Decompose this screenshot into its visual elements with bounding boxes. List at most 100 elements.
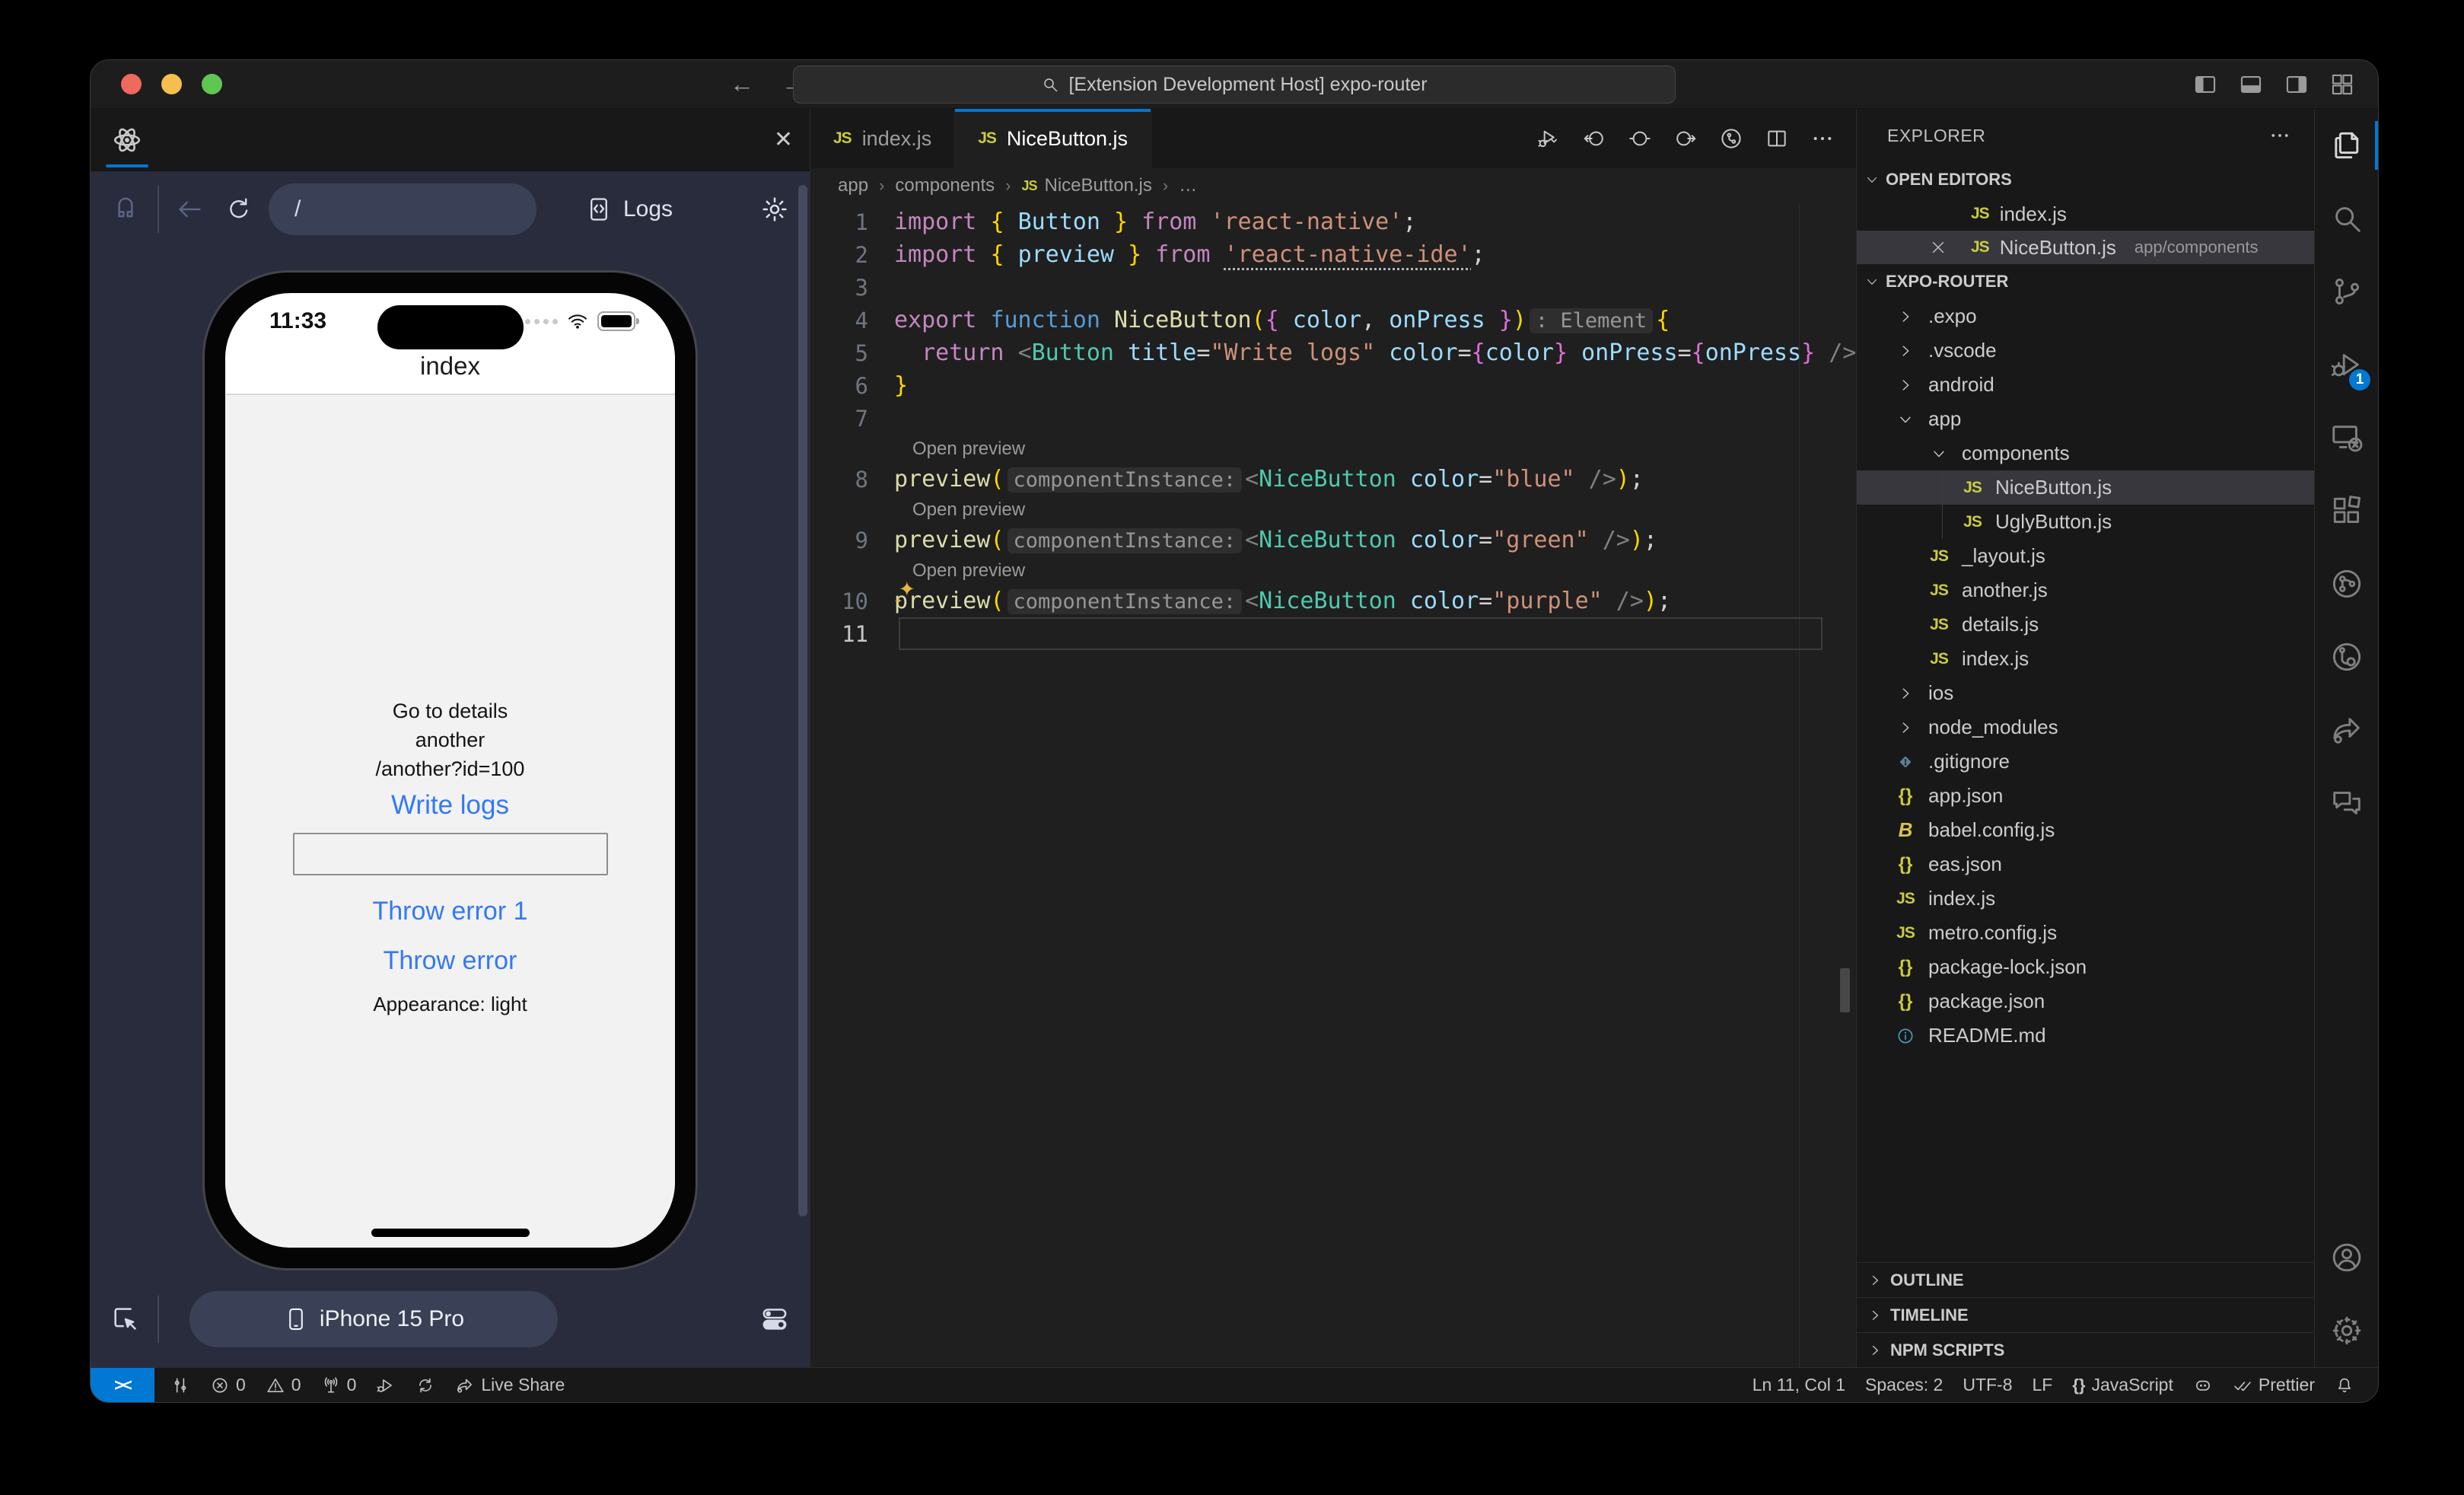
tree-item-babel.config.js[interactable]: Bbabel.config.js	[1857, 813, 2314, 847]
tree-item-.gitignore[interactable]: .gitignore	[1857, 744, 2314, 779]
code-line-6[interactable]: 6}	[810, 369, 1856, 402]
status-error-icon[interactable]: 0	[200, 1368, 256, 1402]
zoom-window-button[interactable]	[202, 74, 222, 94]
section-outline[interactable]: OUTLINE	[1857, 1262, 2314, 1297]
tree-item-components[interactable]: components	[1857, 436, 2314, 470]
breadcrumb-item[interactable]: JSNiceButton.js	[1021, 175, 1151, 196]
nav-dot-circle-icon[interactable]	[1628, 126, 1652, 151]
tree-item-.vscode[interactable]: .vscode	[1857, 333, 2314, 368]
tree-item-package.json[interactable]: {}package.json	[1857, 984, 2314, 1018]
status-debug-alt-icon[interactable]	[366, 1368, 406, 1402]
layout-panel-icon[interactable]	[2238, 72, 2264, 97]
code-line-2[interactable]: 2import { preview } from 'react-native-i…	[810, 238, 1856, 271]
extensions-icon[interactable]	[2315, 474, 2378, 547]
breadcrumb-item[interactable]: …	[1179, 175, 1197, 196]
github-icon[interactable]	[2315, 620, 2378, 693]
status-tune-icon[interactable]	[161, 1368, 200, 1402]
status-share-icon[interactable]: Live Share	[445, 1368, 575, 1402]
tab-index.js[interactable]: JSindex.js	[810, 109, 955, 168]
code-line-8[interactable]: 8preview(componentInstance:<NiceButton c…	[810, 463, 1856, 496]
breadcrumb-item[interactable]: components	[895, 175, 995, 196]
gear-icon[interactable]	[759, 194, 790, 225]
status-ln-11-col-1[interactable]: Ln 11, Col 1	[1743, 1368, 1855, 1402]
remote-indicator[interactable]: ><	[91, 1368, 154, 1402]
tab-NiceButton.js[interactable]: JSNiceButton.js	[955, 109, 1151, 168]
open-preview-codelens[interactable]: Open preview	[912, 499, 1025, 521]
run-debug-icon[interactable]: 1	[2315, 328, 2378, 401]
device-select-button[interactable]: iPhone 15 Pro	[189, 1291, 558, 1347]
status-copilot-icon[interactable]	[2183, 1368, 2223, 1402]
section-expo-router[interactable]: EXPO-ROUTER	[1857, 264, 2314, 299]
tree-item-app[interactable]: app	[1857, 402, 2314, 436]
iphone-screen[interactable]: 11:33 index	[225, 293, 675, 1248]
tree-item-.expo[interactable]: .expo	[1857, 299, 2314, 333]
open-preview-codelens[interactable]: Open preview	[912, 560, 1025, 582]
nav-back-circle-icon[interactable]	[1582, 126, 1606, 151]
breadcrumb[interactable]: app›components›JSNiceButton.js›…	[810, 168, 1856, 203]
tree-item-README.md[interactable]: README.md	[1857, 1018, 2314, 1053]
close-window-button[interactable]	[121, 74, 142, 94]
tree-item-android[interactable]: android	[1857, 368, 2314, 402]
route-url-input[interactable]: /	[269, 183, 536, 235]
status-bell-icon[interactable]	[2325, 1368, 2364, 1402]
debug-run-icon[interactable]	[1536, 126, 1561, 151]
section-open-editors[interactable]: OPEN EDITORS	[1857, 162, 2314, 197]
layout-grid-icon[interactable]	[2329, 72, 2355, 97]
more-actions-icon[interactable]	[1810, 126, 1835, 151]
close-icon[interactable]	[1930, 239, 1947, 256]
breadcrumb-item[interactable]: app	[838, 175, 868, 196]
open-editor-index.js[interactable]: JSindex.js	[1857, 197, 2314, 231]
panel-tab-react-native-ide[interactable]	[91, 109, 164, 171]
status-braces-icon[interactable]: {}JavaScript	[2062, 1368, 2183, 1402]
editor-scrollbar-thumb[interactable]	[1840, 968, 1850, 1012]
link-go-to-details[interactable]: Go to details	[393, 700, 508, 723]
status-double-check-icon[interactable]: Prettier	[2223, 1368, 2325, 1402]
tree-item-UglyButton.js[interactable]: JSUglyButton.js	[1857, 505, 2314, 539]
status-spaces-2[interactable]: Spaces: 2	[1855, 1368, 1953, 1402]
account-icon[interactable]	[2315, 1221, 2378, 1294]
status-sync-icon[interactable]	[406, 1368, 445, 1402]
code-line-11[interactable]: 11	[810, 617, 1856, 650]
status-utf-8[interactable]: UTF-8	[1953, 1368, 2022, 1402]
minimize-window-button[interactable]	[161, 74, 182, 94]
status-warning-icon[interactable]: 0	[256, 1368, 311, 1402]
code-line-1[interactable]: 1import { Button } from 'react-native';	[810, 206, 1856, 238]
code-line-5[interactable]: 5 return <Button title="Write logs" colo…	[810, 336, 1856, 369]
link-another-query[interactable]: /another?id=100	[376, 757, 525, 781]
section-timeline[interactable]: TIMELINE	[1857, 1297, 2314, 1332]
magnet-icon[interactable]	[110, 194, 141, 225]
section-npm-scripts[interactable]: NPM SCRIPTS	[1857, 1332, 2314, 1367]
write-logs-button[interactable]: Write logs	[391, 790, 509, 821]
tree-item-eas.json[interactable]: {}eas.json	[1857, 847, 2314, 881]
status-radio-tower-icon[interactable]: 0	[311, 1368, 367, 1402]
pull-request-icon[interactable]	[2315, 547, 2378, 620]
settings-gear-icon[interactable]	[2315, 1294, 2378, 1367]
reload-icon[interactable]	[224, 195, 253, 224]
code-editor[interactable]: 1import { Button } from 'react-native';2…	[810, 203, 1856, 1367]
link-another[interactable]: another	[415, 728, 485, 752]
tree-item-index.js[interactable]: JSindex.js	[1857, 642, 2314, 676]
back-arrow-icon[interactable]	[174, 194, 205, 225]
toggles-icon[interactable]	[759, 1304, 790, 1334]
comments-icon[interactable]	[2315, 767, 2378, 840]
code-action-sparkle-icon[interactable]: ✦✦	[899, 574, 915, 607]
tree-item-metro.config.js[interactable]: JSmetro.config.js	[1857, 916, 2314, 950]
search-icon[interactable]	[2315, 182, 2378, 255]
layout-sidebar-left-icon[interactable]	[2192, 72, 2218, 97]
status-lf[interactable]: LF	[2023, 1368, 2063, 1402]
tree-item-_layout.js[interactable]: JS_layout.js	[1857, 539, 2314, 573]
tree-item-NiceButton.js[interactable]: JSNiceButton.js	[1857, 470, 2314, 505]
open-preview-codelens[interactable]: Open preview	[912, 438, 1025, 460]
tree-item-ios[interactable]: ios	[1857, 676, 2314, 710]
code-line-7[interactable]: 7	[810, 402, 1856, 435]
close-icon[interactable]: ✕	[774, 109, 793, 171]
source-control-icon[interactable]	[2315, 255, 2378, 328]
live-share-icon[interactable]	[2315, 693, 2378, 767]
layout-sidebar-right-icon[interactable]	[2284, 72, 2310, 97]
explorer-icon[interactable]	[2315, 109, 2378, 182]
source-graph-icon[interactable]	[1719, 126, 1743, 151]
logs-button[interactable]: Logs	[585, 196, 673, 223]
tree-item-package-lock.json[interactable]: {}package-lock.json	[1857, 950, 2314, 984]
split-editor-icon[interactable]	[1765, 126, 1789, 151]
tree-item-index.js[interactable]: JSindex.js	[1857, 881, 2314, 916]
